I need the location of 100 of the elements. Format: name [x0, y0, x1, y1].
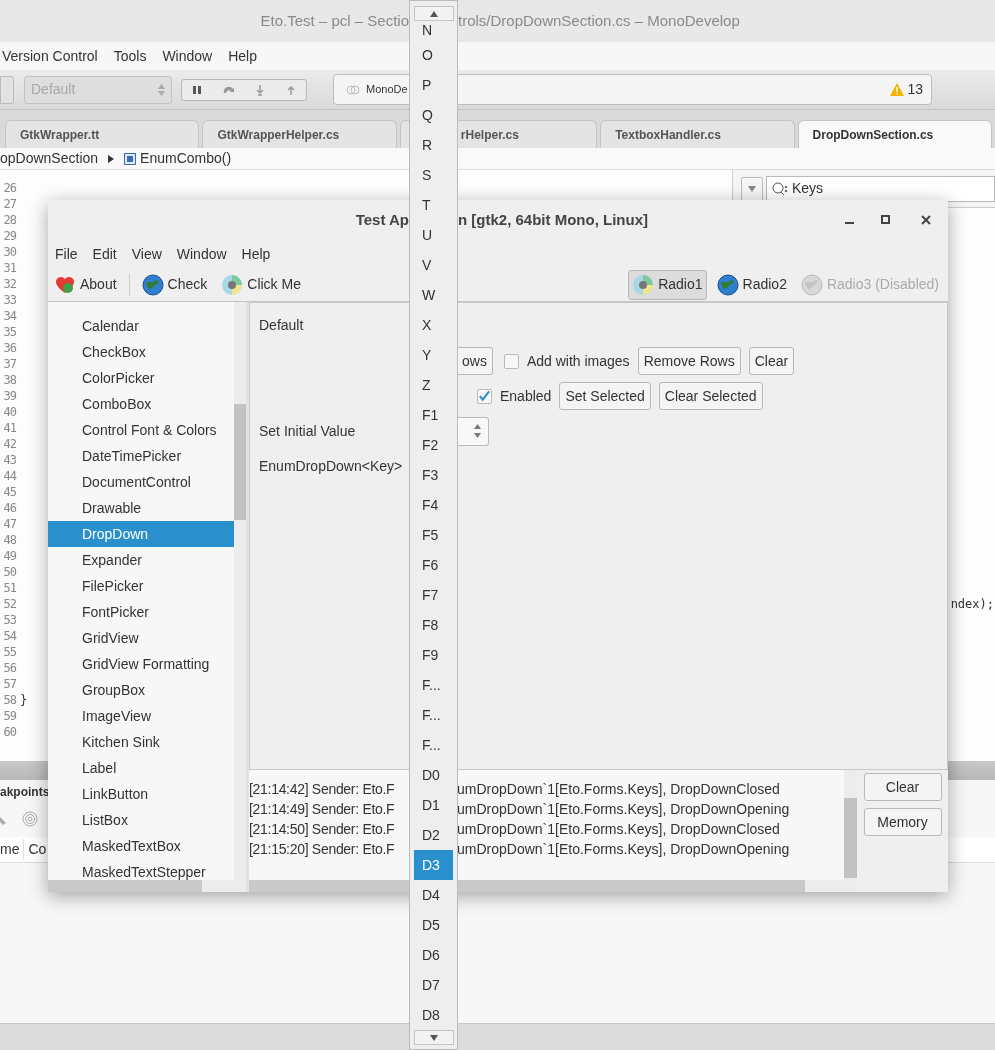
menu-item[interactable]: Edit: [92, 243, 117, 265]
key-option[interactable]: D3: [414, 850, 453, 880]
key-option[interactable]: Y: [414, 340, 453, 370]
push-button[interactable]: Clear Selected: [658, 382, 763, 410]
key-option[interactable]: O: [414, 40, 453, 70]
key-option[interactable]: Z: [414, 370, 453, 400]
section-list-item[interactable]: GroupBox: [48, 677, 234, 703]
toolbar-button[interactable]: About: [52, 270, 119, 299]
key-option[interactable]: P: [414, 70, 453, 100]
push-button[interactable]: Set Selected: [559, 382, 651, 410]
push-button[interactable]: Memory: [863, 808, 942, 836]
scroll-down-button[interactable]: [414, 1030, 454, 1045]
menu-item[interactable]: Window: [176, 243, 227, 265]
key-option[interactable]: S: [414, 160, 453, 190]
key-option[interactable]: D0: [414, 760, 453, 790]
key-option[interactable]: D1: [414, 790, 453, 820]
key-option[interactable]: D2: [414, 820, 453, 850]
toolbar-button[interactable]: Check: [139, 270, 210, 299]
key-option[interactable]: D6: [414, 940, 453, 970]
menu-item[interactable]: Help: [228, 45, 257, 67]
section-list-item[interactable]: DateTimePicker: [48, 443, 234, 469]
radio-toolbar-button[interactable]: Radio1: [628, 269, 707, 300]
menu-item[interactable]: Version Control: [2, 45, 98, 67]
maximize-icon[interactable]: [881, 215, 891, 225]
key-option[interactable]: F9: [414, 640, 453, 670]
key-option[interactable]: N: [414, 21, 453, 40]
section-list-item[interactable]: DropDown: [48, 521, 234, 547]
section-list-item[interactable]: GridView: [48, 625, 234, 651]
menu-item[interactable]: Tools: [113, 45, 147, 67]
menu-item[interactable]: Window: [162, 45, 213, 67]
key-option[interactable]: F...: [414, 730, 453, 760]
key-option[interactable]: U: [414, 220, 453, 250]
key-option[interactable]: F1: [414, 400, 453, 430]
section-list-item[interactable]: FontPicker: [48, 599, 234, 625]
column-header[interactable]: me: [0, 839, 25, 860]
key-option[interactable]: T: [414, 190, 453, 220]
file-tab[interactable]: TextboxHandler.cs: [600, 120, 795, 148]
push-button[interactable]: ows: [457, 347, 493, 375]
step-out-icon[interactable]: [285, 83, 296, 96]
close-icon[interactable]: [921, 215, 931, 225]
section-list-item[interactable]: ComboBox: [48, 391, 234, 417]
section-list-item[interactable]: Drawable: [48, 495, 234, 521]
section-list-item[interactable]: Calendar: [48, 313, 234, 339]
scroll-up-button[interactable]: [414, 6, 454, 21]
push-button[interactable]: Clear: [863, 773, 942, 801]
section-list-item[interactable]: CheckBox: [48, 339, 234, 365]
section-list-item[interactable]: ColorPicker: [48, 365, 234, 391]
key-dropdown[interactable]: [457, 416, 489, 446]
key-option[interactable]: D4: [414, 880, 453, 910]
stepper[interactable]: [0, 75, 14, 104]
section-list-item[interactable]: Kitchen Sink: [48, 729, 234, 755]
warning-icon[interactable]: [890, 83, 905, 96]
scrollbar-thumb[interactable]: [249, 880, 805, 892]
breadcrumb-item[interactable]: EnumCombo(): [140, 148, 232, 169]
section-list-item[interactable]: DocumentControl: [48, 469, 234, 495]
file-tab[interactable]: DropDownSection.cs: [797, 120, 992, 148]
key-option[interactable]: F4: [414, 490, 453, 520]
section-list-item[interactable]: Expander: [48, 547, 234, 573]
key-option[interactable]: X: [414, 310, 453, 340]
section-list-item[interactable]: LinkButton: [48, 781, 234, 807]
checkbox[interactable]: [503, 353, 519, 369]
section-list-item[interactable]: GridView Formatting: [48, 651, 234, 677]
column-header[interactable]: Co: [24, 839, 51, 860]
push-button[interactable]: Remove Rows: [637, 347, 741, 375]
section-list-item[interactable]: Label: [48, 755, 234, 781]
radio-toolbar-button[interactable]: Radio2: [712, 269, 791, 300]
search-field[interactable]: Keys: [766, 175, 995, 202]
key-option[interactable]: F...: [414, 700, 453, 730]
key-option[interactable]: D8: [414, 1000, 453, 1030]
key-option[interactable]: F2: [414, 430, 453, 460]
menu-item[interactable]: View: [131, 243, 162, 265]
key-option[interactable]: F5: [414, 520, 453, 550]
scrollbar-thumb[interactable]: [48, 880, 202, 892]
section-list-item[interactable]: FilePicker: [48, 573, 234, 599]
key-option[interactable]: F3: [414, 460, 453, 490]
step-over-icon[interactable]: [222, 84, 235, 95]
scrollbar-thumb[interactable]: [234, 404, 246, 520]
key-option[interactable]: F8: [414, 610, 453, 640]
key-option[interactable]: W: [414, 280, 453, 310]
section-list-item[interactable]: MaskedTextStepper: [48, 859, 234, 880]
key-option[interactable]: F6: [414, 550, 453, 580]
breadcrumb-item[interactable]: opDownSection: [0, 148, 99, 169]
key-option[interactable]: F7: [414, 580, 453, 610]
checkbox[interactable]: [477, 388, 492, 404]
scrollbar-thumb[interactable]: [844, 798, 857, 878]
section-list-item[interactable]: MaskedTextBox: [48, 833, 234, 859]
toolbar-button[interactable]: Click Me: [219, 270, 303, 299]
key-option[interactable]: D7: [414, 970, 453, 1000]
pause-icon[interactable]: [192, 84, 203, 95]
menu-item[interactable]: File: [55, 243, 78, 265]
key-option[interactable]: V: [414, 250, 453, 280]
file-tab[interactable]: GtkWrapper.tt: [5, 120, 200, 148]
step-into-icon[interactable]: [255, 83, 266, 96]
menu-item[interactable]: Help: [241, 243, 271, 265]
section-list-item[interactable]: ImageView: [48, 703, 234, 729]
section-list-item[interactable]: Control Font & Colors: [48, 417, 234, 443]
key-option[interactable]: F...: [414, 670, 453, 700]
section-list-item[interactable]: ListBox: [48, 807, 234, 833]
push-button[interactable]: Clear: [748, 347, 795, 375]
target-icon[interactable]: [22, 811, 38, 827]
